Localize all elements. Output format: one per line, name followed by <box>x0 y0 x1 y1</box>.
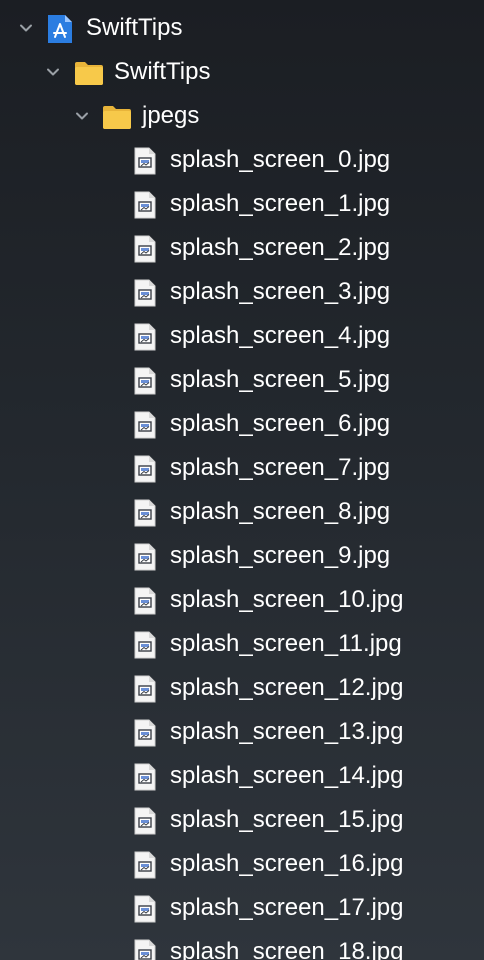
file-label: splash_screen_5.jpg <box>170 366 391 393</box>
project-label: SwiftTips <box>86 14 183 41</box>
navigator-row-group[interactable]: SwiftTips <box>0 50 484 94</box>
folder-icon <box>74 60 104 86</box>
jpeg-file-icon <box>132 543 158 571</box>
file-row[interactable]: splash_screen_9.jpg <box>0 534 484 578</box>
file-row[interactable]: splash_screen_18.jpg <box>0 930 484 960</box>
jpeg-file-icon <box>132 499 158 527</box>
jpeg-file-icon <box>132 851 158 879</box>
jpeg-file-icon <box>132 763 158 791</box>
file-row[interactable]: splash_screen_6.jpg <box>0 402 484 446</box>
project-navigator: SwiftTips SwiftTips jpegs splash_screen_… <box>0 0 484 960</box>
file-label: splash_screen_1.jpg <box>170 190 391 217</box>
jpeg-file-icon <box>132 587 158 615</box>
file-label: splash_screen_15.jpg <box>170 806 404 833</box>
file-label: splash_screen_8.jpg <box>170 498 391 525</box>
chevron-down-icon[interactable] <box>45 64 61 80</box>
folder-icon <box>102 104 132 130</box>
file-label: splash_screen_0.jpg <box>170 146 391 173</box>
jpeg-file-icon <box>132 191 158 219</box>
file-row[interactable]: splash_screen_11.jpg <box>0 622 484 666</box>
file-label: splash_screen_10.jpg <box>170 586 404 613</box>
file-label: splash_screen_3.jpg <box>170 278 391 305</box>
jpeg-file-icon <box>132 367 158 395</box>
group-label: SwiftTips <box>114 58 211 85</box>
jpeg-file-icon <box>132 235 158 263</box>
file-label: splash_screen_2.jpg <box>170 234 391 261</box>
file-label: splash_screen_14.jpg <box>170 762 404 789</box>
chevron-down-icon[interactable] <box>18 20 34 36</box>
file-row[interactable]: splash_screen_14.jpg <box>0 754 484 798</box>
jpeg-file-icon <box>132 939 158 960</box>
file-label: splash_screen_9.jpg <box>170 542 391 569</box>
folder-label: jpegs <box>142 102 200 129</box>
file-row[interactable]: splash_screen_4.jpg <box>0 314 484 358</box>
file-row[interactable]: splash_screen_13.jpg <box>0 710 484 754</box>
jpeg-file-icon <box>132 455 158 483</box>
file-label: splash_screen_18.jpg <box>170 938 404 960</box>
file-label: splash_screen_13.jpg <box>170 718 404 745</box>
file-label: splash_screen_12.jpg <box>170 674 404 701</box>
file-row[interactable]: splash_screen_15.jpg <box>0 798 484 842</box>
jpeg-file-icon <box>132 719 158 747</box>
navigator-row-folder[interactable]: jpegs <box>0 94 484 138</box>
file-row[interactable]: splash_screen_7.jpg <box>0 446 484 490</box>
file-row[interactable]: splash_screen_12.jpg <box>0 666 484 710</box>
file-row[interactable]: splash_screen_10.jpg <box>0 578 484 622</box>
jpeg-file-icon <box>132 279 158 307</box>
file-row[interactable]: splash_screen_8.jpg <box>0 490 484 534</box>
jpeg-file-icon <box>132 807 158 835</box>
file-row[interactable]: splash_screen_16.jpg <box>0 842 484 886</box>
jpeg-file-icon <box>132 147 158 175</box>
file-row[interactable]: splash_screen_3.jpg <box>0 270 484 314</box>
file-label: splash_screen_17.jpg <box>170 894 404 921</box>
file-label: splash_screen_16.jpg <box>170 850 404 877</box>
file-label: splash_screen_11.jpg <box>170 630 402 657</box>
jpeg-file-icon <box>132 323 158 351</box>
chevron-down-icon[interactable] <box>74 108 90 124</box>
jpeg-file-icon <box>132 895 158 923</box>
jpeg-file-icon <box>132 675 158 703</box>
file-row[interactable]: splash_screen_17.jpg <box>0 886 484 930</box>
file-label: splash_screen_7.jpg <box>170 454 391 481</box>
navigator-row-project[interactable]: SwiftTips <box>0 6 484 50</box>
jpeg-file-icon <box>132 631 158 659</box>
file-row[interactable]: splash_screen_5.jpg <box>0 358 484 402</box>
file-row[interactable]: splash_screen_1.jpg <box>0 182 484 226</box>
file-label: splash_screen_4.jpg <box>170 322 391 349</box>
file-row[interactable]: splash_screen_2.jpg <box>0 226 484 270</box>
file-row[interactable]: splash_screen_0.jpg <box>0 138 484 182</box>
jpeg-file-icon <box>132 411 158 439</box>
file-label: splash_screen_6.jpg <box>170 410 391 437</box>
xcode-project-icon <box>47 14 73 44</box>
